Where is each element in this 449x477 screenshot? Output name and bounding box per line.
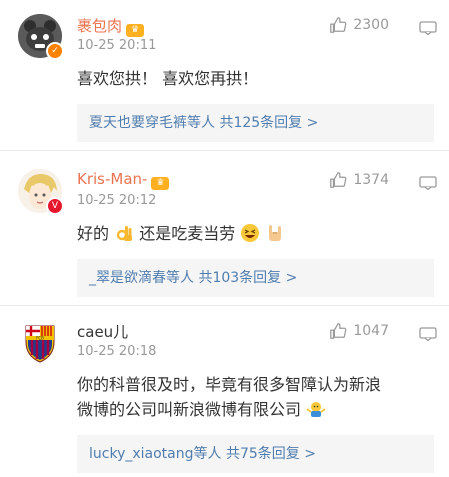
verified-badge-icon: V [46, 197, 64, 215]
more-options-button[interactable] [419, 326, 437, 345]
like-button[interactable]: 2300 [329, 16, 389, 34]
comment-item: FCB caeu儿 10-25 20:18 1047 你的科普很及时，毕竟有很多… [0, 320, 449, 475]
thumbs-up-icon [330, 172, 347, 188]
like-count: 1374 [353, 172, 389, 188]
reply-count: 共125条回复 > [219, 115, 319, 131]
like-count: 2300 [353, 17, 389, 33]
crown-icon: ♛ [151, 177, 170, 190]
comment-text: 你的科普很及时，毕竟有很多智障认为新浪 微博的公司叫新浪微博有限公司 [77, 375, 382, 419]
reply-summary-link[interactable]: _翠是欲滴春等人 共103条回复 > [77, 259, 434, 297]
username[interactable]: 裹包肉 ♛ [77, 15, 145, 37]
shrug-emoji-icon [306, 402, 326, 417]
reply-count: 共103条回复 > [198, 270, 298, 286]
comment-item: ✓ 裹包肉 ♛ 10-25 20:11 2300 喜欢您拱！ 喜欢您再拱！ 夏天也… [0, 14, 449, 144]
ok-hand-emoji-icon [116, 226, 133, 241]
fc-barcelona-crest-icon: FCB [18, 320, 62, 364]
divider [0, 150, 449, 151]
timestamp: 10-25 20:12 [77, 193, 157, 208]
comment-menu-icon [419, 176, 437, 191]
comment-menu-icon [419, 21, 437, 36]
avatar[interactable]: ✓ [18, 14, 64, 60]
comment-text: 喜欢您拱！ 喜欢您再拱！ [77, 69, 259, 88]
timestamp: 10-25 20:11 [77, 38, 157, 53]
crown-icon: ♛ [126, 24, 145, 37]
more-options-button[interactable] [419, 20, 437, 39]
comment-menu-icon [419, 327, 437, 342]
reply-summary-link[interactable]: 夏天也要穿毛裤等人 共125条回复 > [77, 104, 434, 142]
reply-count: 共75条回复 > [225, 446, 316, 462]
rock-hand-emoji-icon [269, 225, 282, 241]
reply-users: lucky_xiaotang等人 [89, 446, 222, 462]
like-count: 1047 [353, 323, 389, 339]
more-options-button[interactable] [419, 175, 437, 194]
comment-item: V Kris-Man- ♛ 10-25 20:12 1374 好的 还是吃麦当劳 … [0, 169, 449, 299]
timestamp: 10-25 20:18 [77, 344, 157, 359]
avatar[interactable]: FCB [18, 320, 62, 364]
reply-users: _翠是欲滴春等人 [89, 270, 194, 286]
laughing-emoji-icon [241, 224, 260, 242]
verified-badge-icon: ✓ [46, 42, 64, 60]
svg-text:FCB: FCB [36, 336, 44, 341]
username[interactable]: Kris-Man- ♛ [77, 170, 170, 190]
thumbs-up-icon [330, 17, 347, 33]
reply-summary-link[interactable]: lucky_xiaotang等人 共75条回复 > [77, 435, 434, 473]
username[interactable]: caeu儿 [77, 321, 128, 342]
comment-text: 好的 还是吃麦当劳 [77, 221, 431, 246]
like-button[interactable]: 1047 [329, 322, 389, 340]
thumbs-up-icon [330, 323, 347, 339]
like-button[interactable]: 1374 [329, 171, 389, 189]
reply-users: 夏天也要穿毛裤等人 [89, 115, 215, 131]
divider [0, 305, 449, 306]
avatar[interactable]: V [18, 169, 64, 215]
